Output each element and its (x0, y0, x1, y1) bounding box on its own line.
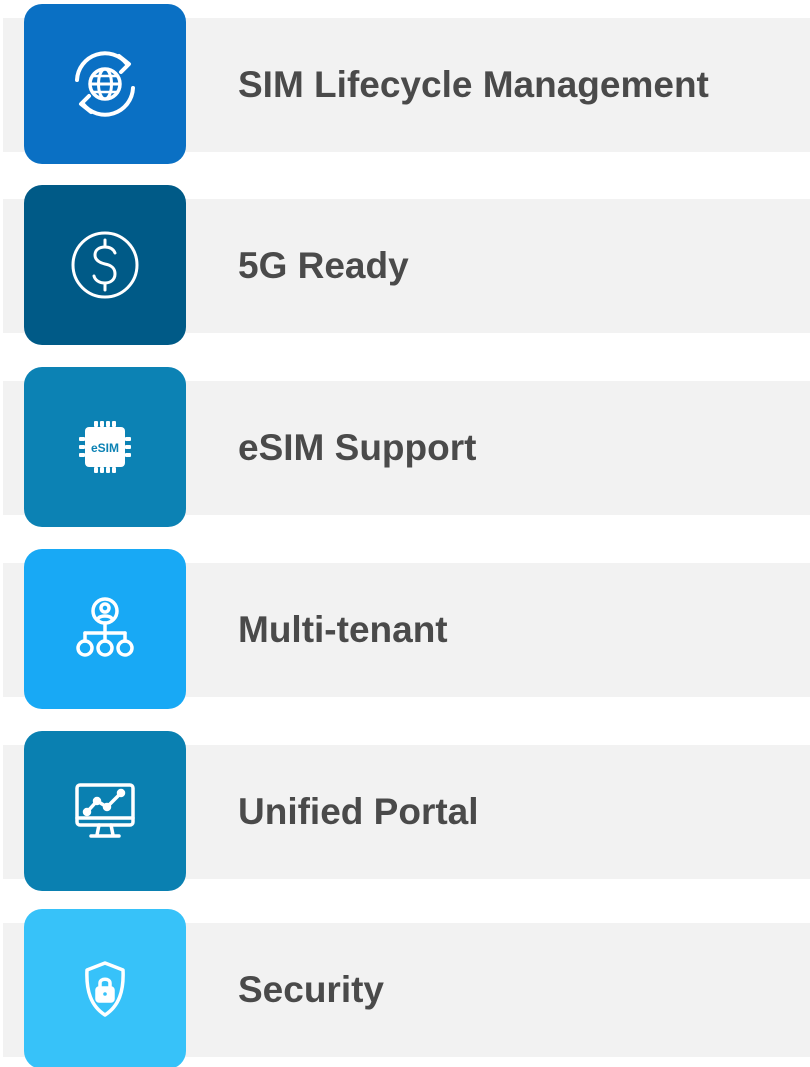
feature-label: Security (238, 969, 385, 1010)
feature-label: eSIM Support (238, 427, 477, 468)
feature-item-5g-ready: 5G Ready (0, 181, 810, 345)
feature-label: Multi-tenant (238, 609, 448, 650)
globe-refresh-icon (75, 51, 135, 117)
user-hierarchy-icon (76, 597, 134, 657)
feature-list: SIM Lifecycle Management 5G Ready eSIM e… (0, 0, 810, 1067)
feature-item-unified-portal: Unified Portal (0, 727, 810, 891)
feature-label: SIM Lifecycle Management (238, 64, 709, 105)
dollar-circle-icon (71, 231, 139, 299)
feature-icon-tile: eSIM (24, 367, 186, 527)
feature-icon-tile (24, 909, 186, 1067)
shield-lock-icon (85, 961, 125, 1017)
feature-item-multi-tenant: Multi-tenant (0, 545, 810, 709)
feature-item-security: Security (0, 905, 810, 1067)
feature-icon-tile (24, 4, 186, 164)
feature-item-sim-lifecycle: SIM Lifecycle Management (0, 0, 810, 164)
esim-chip-text: eSIM (91, 441, 119, 455)
feature-icon-tile (24, 549, 186, 709)
feature-icon-tile (24, 185, 186, 345)
esim-chip-icon: eSIM (79, 421, 131, 473)
feature-item-esim-support: eSIM eSIM Support (0, 363, 810, 527)
feature-icon-tile (24, 731, 186, 891)
feature-label: Unified Portal (238, 791, 479, 832)
monitor-chart-icon (75, 783, 135, 838)
feature-label: 5G Ready (238, 245, 409, 286)
